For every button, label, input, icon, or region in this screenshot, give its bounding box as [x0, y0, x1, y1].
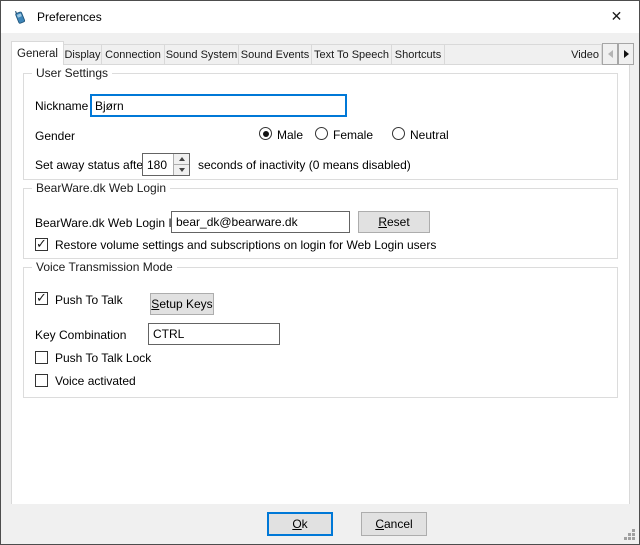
tab-video[interactable]: Video — [444, 44, 602, 65]
radio-male[interactable] — [259, 127, 272, 140]
titlebar: Preferences ✕ — [1, 1, 639, 33]
nickname-input[interactable] — [90, 94, 347, 117]
close-button[interactable]: ✕ — [594, 1, 639, 32]
tab-display[interactable]: Display — [63, 44, 102, 65]
group-web-login: BearWare.dk Web Login BearWare.dk Web Lo… — [23, 188, 618, 259]
check-icon: ✓ — [36, 237, 47, 250]
away-status-label: Set away status after — [35, 158, 147, 172]
close-icon: ✕ — [611, 8, 623, 25]
push-to-talk-lock-label[interactable]: Push To Talk Lock — [55, 351, 151, 365]
spinner-up-button[interactable] — [174, 154, 189, 165]
restore-volume-label[interactable]: Restore volume settings and subscription… — [55, 238, 436, 252]
tab-sound-events[interactable]: Sound Events — [238, 44, 312, 65]
group-title: BearWare.dk Web Login — [32, 181, 170, 195]
spinner-up-icon — [179, 157, 185, 161]
tab-scroll-left-button[interactable] — [602, 43, 618, 65]
radio-female[interactable] — [315, 127, 328, 140]
key-combination-input[interactable] — [148, 323, 280, 345]
web-login-id-input[interactable] — [171, 211, 350, 233]
teamtalk-icon — [12, 9, 28, 25]
tab-scroll-right-button[interactable] — [618, 43, 634, 65]
push-to-talk-checkbox[interactable]: ✓ — [35, 292, 48, 305]
radio-neutral[interactable] — [392, 127, 405, 140]
push-to-talk-label[interactable]: Push To Talk — [55, 293, 123, 307]
ok-button[interactable]: Ok — [267, 512, 333, 536]
spinner-down-button[interactable] — [174, 165, 189, 175]
tab-text-to-speech[interactable]: Text To Speech — [311, 44, 392, 65]
preferences-dialog: Preferences ✕ General Display Connection… — [0, 0, 640, 545]
right-arrow-icon — [624, 50, 629, 58]
away-seconds-value[interactable]: 180 — [143, 154, 173, 175]
away-status-suffix: seconds of inactivity (0 means disabled) — [198, 158, 411, 172]
group-user-settings: User Settings Nickname Gender Male Femal… — [23, 73, 618, 180]
check-icon: ✓ — [36, 291, 47, 304]
restore-volume-checkbox[interactable]: ✓ — [35, 238, 48, 251]
window-title: Preferences — [37, 10, 102, 24]
voice-activated-checkbox[interactable] — [35, 374, 48, 387]
tab-connection[interactable]: Connection — [101, 44, 165, 65]
footer: Ok Cancel — [1, 504, 639, 544]
push-to-talk-lock-checkbox[interactable] — [35, 351, 48, 364]
radio-neutral-label[interactable]: Neutral — [410, 128, 449, 142]
gender-label: Gender — [35, 129, 75, 143]
reset-button[interactable]: Reset — [358, 211, 430, 233]
group-voice-transmission: Voice Transmission Mode ✓ Push To Talk S… — [23, 267, 618, 398]
spinner-down-icon — [179, 168, 185, 172]
group-title: User Settings — [32, 66, 112, 80]
web-login-id-label: BearWare.dk Web Login ID — [35, 216, 180, 230]
radio-female-label[interactable]: Female — [333, 128, 373, 142]
voice-activated-label[interactable]: Voice activated — [55, 374, 136, 388]
key-combination-label: Key Combination — [35, 328, 126, 342]
cancel-button[interactable]: Cancel — [361, 512, 427, 536]
tab-sound-system[interactable]: Sound System — [164, 44, 239, 65]
away-seconds-spinner[interactable]: 180 — [142, 153, 190, 176]
tab-general[interactable]: General — [11, 41, 64, 65]
left-arrow-icon — [608, 50, 613, 58]
radio-male-label[interactable]: Male — [277, 128, 303, 142]
group-title: Voice Transmission Mode — [32, 260, 177, 274]
tab-shortcuts[interactable]: Shortcuts — [391, 44, 445, 65]
resize-grip[interactable] — [623, 528, 636, 541]
nickname-label: Nickname — [35, 99, 88, 113]
setup-keys-button[interactable]: Setup Keys — [150, 293, 214, 315]
